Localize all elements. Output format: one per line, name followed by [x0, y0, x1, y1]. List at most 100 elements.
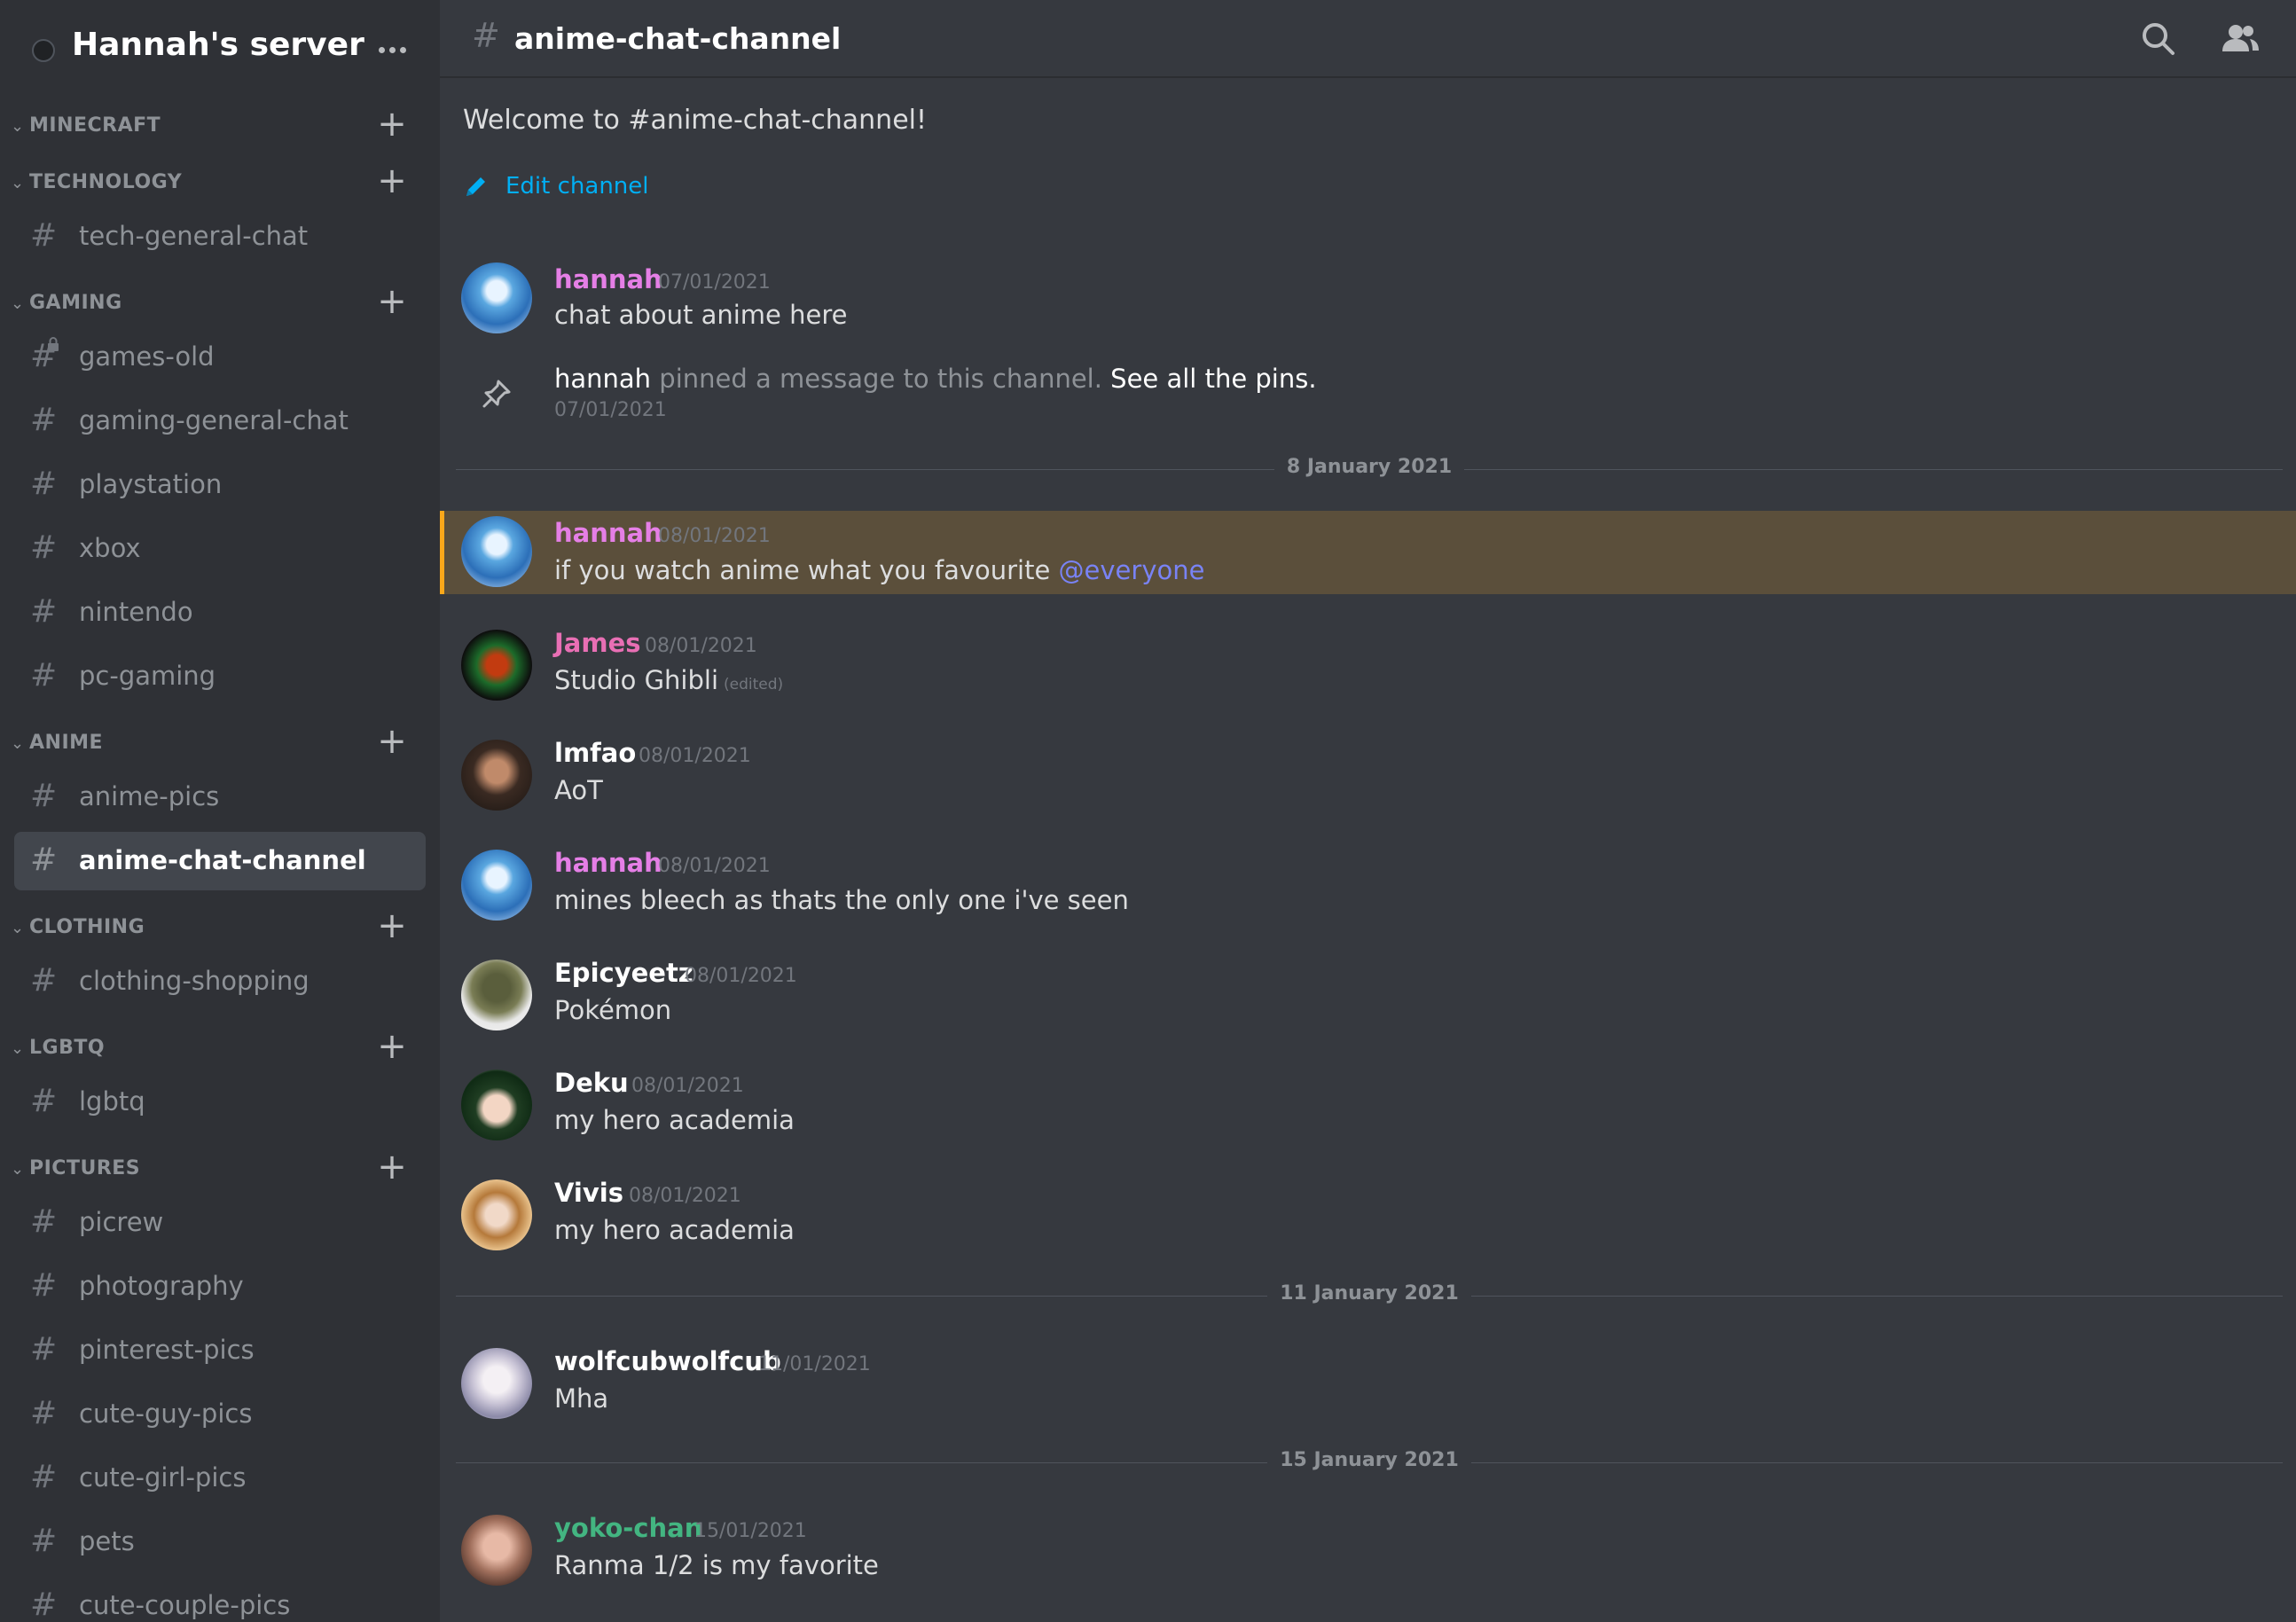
avatar[interactable]	[461, 740, 532, 811]
channel-label: clothing-shopping	[79, 966, 310, 996]
category-gaming[interactable]: ⌄ GAMING +	[0, 284, 440, 323]
avatar[interactable]	[461, 1179, 532, 1250]
add-channel-icon[interactable]: +	[376, 724, 408, 763]
add-channel-icon[interactable]: +	[376, 1149, 408, 1188]
hash-icon: #	[30, 466, 58, 502]
search-icon[interactable]	[2137, 18, 2180, 60]
category-label: MINECRAFT	[29, 114, 161, 137]
avatar[interactable]	[461, 1348, 532, 1419]
channel-lgbtq[interactable]: # lgbtq	[14, 1073, 426, 1132]
message-author[interactable]: James	[554, 628, 641, 658]
channel-label: tech-general-chat	[79, 221, 309, 251]
message-timestamp: 08/01/2021	[685, 965, 797, 987]
message[interactable]: Vivis 08/01/2021 my hero academia	[440, 1176, 2296, 1258]
channel-label: cute-couple-pics	[79, 1590, 291, 1620]
avatar[interactable]	[461, 630, 532, 701]
message-mention[interactable]: hannah 08/01/2021 if you watch anime wha…	[440, 511, 2296, 594]
message-text: Ranma 1/2 is my favorite	[554, 1550, 879, 1580]
category-pictures[interactable]: ⌄ PICTURES +	[0, 1149, 440, 1188]
server-icon	[32, 39, 55, 62]
message-timestamp: 07/01/2021	[658, 271, 771, 294]
message-author[interactable]: hannah	[554, 518, 662, 548]
channel-pinterest-pics[interactable]: # pinterest-pics	[14, 1321, 426, 1380]
channel-gaming-general-chat[interactable]: # gaming-general-chat	[14, 392, 426, 451]
pin-notice-user[interactable]: hannah	[554, 364, 651, 394]
channel-games-old[interactable]: # games-old	[14, 328, 426, 387]
message-author[interactable]: Vivis	[554, 1178, 623, 1208]
message-author[interactable]: lmfao	[554, 738, 636, 768]
message-text: Mha	[554, 1383, 609, 1414]
edit-channel-label: Edit channel	[505, 173, 649, 200]
channel-clothing-shopping[interactable]: # clothing-shopping	[14, 952, 426, 1011]
channel-pets[interactable]: # pets	[14, 1513, 426, 1571]
server-header[interactable]: Hannah's server	[0, 0, 440, 99]
message-text: my hero academia	[554, 1215, 795, 1245]
add-channel-icon[interactable]: +	[376, 284, 408, 323]
avatar[interactable]	[461, 262, 532, 333]
message-text: AoT	[554, 775, 603, 805]
channel-xbox[interactable]: # xbox	[14, 520, 426, 578]
hash-icon: #	[30, 1083, 58, 1119]
message[interactable]: hannah 08/01/2021 mines bleech as thats …	[440, 846, 2296, 928]
message-author[interactable]: Deku	[554, 1068, 629, 1098]
avatar[interactable]	[461, 1070, 532, 1140]
avatar[interactable]	[461, 960, 532, 1030]
message-author[interactable]: hannah	[554, 848, 662, 878]
message[interactable]: hannah 07/01/2021 chat about anime here	[440, 259, 2296, 341]
channel-anime-pics[interactable]: # anime-pics	[14, 768, 426, 827]
channel-pc-gaming[interactable]: # pc-gaming	[14, 647, 426, 706]
avatar[interactable]	[461, 516, 532, 587]
channel-nintendo[interactable]: # nintendo	[14, 584, 426, 642]
see-all-pins-link[interactable]: See all the pins.	[1110, 364, 1316, 394]
add-channel-icon[interactable]: +	[376, 163, 408, 202]
message[interactable]: lmfao 08/01/2021 AoT	[440, 736, 2296, 818]
category-technology[interactable]: ⌄ TECHNOLOGY +	[0, 163, 440, 202]
channel-label: picrew	[79, 1207, 164, 1237]
message[interactable]: Deku 08/01/2021 my hero academia	[440, 1066, 2296, 1148]
channel-tech-general-chat[interactable]: # tech-general-chat	[14, 208, 426, 266]
category-minecraft[interactable]: ⌄ MINECRAFT +	[0, 106, 440, 145]
add-channel-icon[interactable]: +	[376, 1029, 408, 1068]
add-channel-icon[interactable]: +	[376, 908, 408, 947]
add-channel-icon[interactable]: +	[376, 106, 408, 145]
message-author[interactable]: hannah	[554, 264, 662, 294]
channel-cute-couple-pics[interactable]: # cute-couple-pics	[14, 1577, 426, 1622]
category-clothing[interactable]: ⌄ CLOTHING +	[0, 908, 440, 947]
channel-anime-chat-channel[interactable]: # anime-chat-channel	[14, 832, 426, 890]
message[interactable]: James 08/01/2021 Studio Ghibli (edited)	[440, 626, 2296, 708]
message[interactable]: wolfcubwolfcub 11/01/2021 Mha	[440, 1344, 2296, 1426]
chevron-down-icon: ⌄	[11, 117, 25, 136]
category-anime[interactable]: ⌄ ANIME +	[0, 724, 440, 763]
channel-cute-girl-pics[interactable]: # cute-girl-pics	[14, 1449, 426, 1508]
edit-channel-link[interactable]: Edit channel	[463, 168, 649, 204]
message-author[interactable]: wolfcubwolfcub	[554, 1346, 781, 1376]
members-icon[interactable]	[2219, 18, 2261, 60]
channel-playstation[interactable]: # playstation	[14, 456, 426, 514]
message-text: mines bleech as thats the only one i've …	[554, 885, 1129, 915]
category-lgbtq[interactable]: ⌄ LGBTQ +	[0, 1029, 440, 1068]
hash-icon: #	[30, 1523, 58, 1559]
server-menu-icon[interactable]	[374, 32, 410, 67]
avatar[interactable]	[461, 850, 532, 921]
message-timestamp: 08/01/2021	[639, 745, 751, 767]
avatar[interactable]	[461, 1515, 532, 1586]
message[interactable]: yoko-chan 15/01/2021 Ranma 1/2 is my fav…	[440, 1511, 2296, 1593]
channel-label: games-old	[79, 341, 215, 372]
channel-label: pc-gaming	[79, 661, 216, 691]
server-name: Hannah's server	[72, 27, 364, 63]
hash-icon: #	[30, 1203, 58, 1240]
message-timestamp: 08/01/2021	[658, 525, 771, 547]
message-timestamp: 08/01/2021	[631, 1075, 744, 1097]
everyone-mention[interactable]: @everyone	[1059, 555, 1205, 585]
channel-photography[interactable]: # photography	[14, 1258, 426, 1316]
message-text-content: Studio Ghibli	[554, 665, 719, 695]
channel-picrew[interactable]: # picrew	[14, 1194, 426, 1252]
message-author[interactable]: Epicyeetz	[554, 958, 694, 988]
message-author[interactable]: yoko-chan	[554, 1513, 702, 1543]
pencil-icon	[466, 177, 485, 196]
pin-notice-text: hannah pinned a message to this channel.…	[554, 364, 1317, 394]
date-divider: 15 January 2021	[456, 1449, 2283, 1476]
message[interactable]: Epicyeetz 08/01/2021 Pokémon	[440, 956, 2296, 1038]
channel-cute-guy-pics[interactable]: # cute-guy-pics	[14, 1385, 426, 1444]
hash-icon: #	[30, 593, 58, 630]
